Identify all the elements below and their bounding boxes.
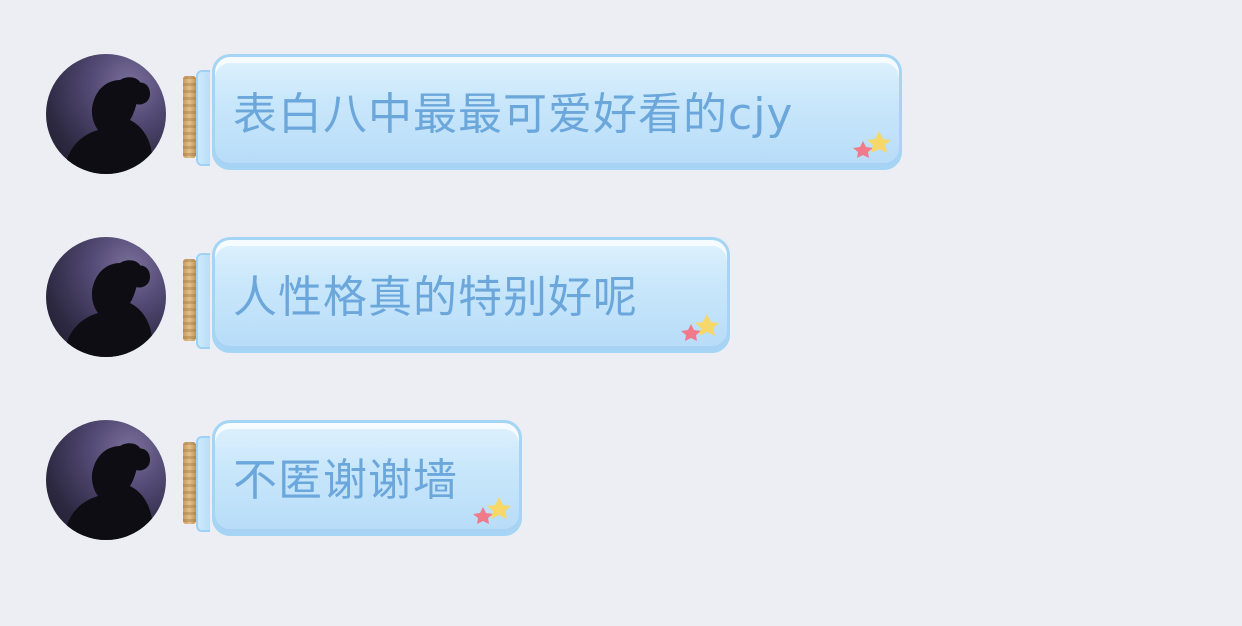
message-bubble[interactable]: 表白八中最最可爱好看的cjy [212, 54, 902, 170]
star-icon [677, 310, 721, 342]
message-text: 表白八中最最可爱好看的cjy [233, 89, 794, 140]
message-text: 不匿谢谢墙 [233, 455, 458, 506]
message-row: 人性格真的特别好呢 [46, 237, 736, 361]
bottle-neck [196, 70, 210, 166]
bottle-neck [196, 253, 210, 349]
avatar[interactable] [46, 420, 166, 540]
bottle-cork [183, 259, 196, 341]
bottle-cork [183, 442, 196, 524]
silhouette-icon [64, 443, 154, 540]
bottle-neck [196, 436, 210, 532]
avatar[interactable] [46, 237, 166, 357]
silhouette-icon [64, 260, 154, 357]
silhouette-icon [64, 77, 154, 174]
message-row: 表白八中最最可爱好看的cjy [46, 54, 906, 178]
message-row: 不匿谢谢墙 [46, 420, 526, 544]
avatar[interactable] [46, 54, 166, 174]
star-icon [469, 493, 513, 525]
star-icon [849, 127, 893, 159]
bottle-cork [183, 76, 196, 158]
message-bubble[interactable]: 人性格真的特别好呢 [212, 237, 730, 353]
chat-area: 表白八中最最可爱好看的cjy 人性格真的特别好呢 不匿谢谢墙 [0, 0, 1242, 626]
message-text: 人性格真的特别好呢 [233, 272, 638, 323]
message-bubble[interactable]: 不匿谢谢墙 [212, 420, 522, 536]
